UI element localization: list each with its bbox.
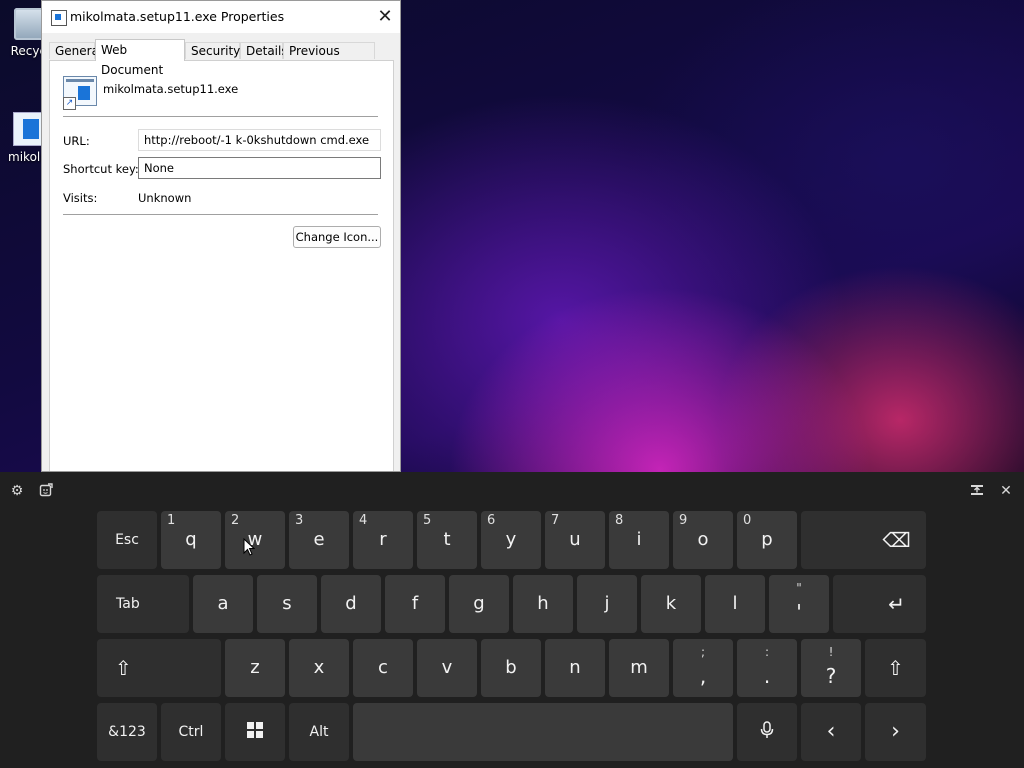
dialog-title: mikolmata.setup11.exe Properties (70, 9, 285, 24)
key-p[interactable]: 0p (737, 511, 797, 569)
key-n[interactable]: n (545, 639, 605, 697)
close-button[interactable]: ✕ (370, 1, 400, 33)
key-period[interactable]: :. (737, 639, 797, 697)
shortcut-arrow-icon: ↗ (63, 97, 76, 110)
visits-label: Visits: (63, 191, 98, 205)
key-t[interactable]: 5t (417, 511, 477, 569)
change-icon-button[interactable]: Change Icon... (293, 226, 381, 248)
visits-value: Unknown (138, 191, 192, 205)
dock-icon[interactable] (969, 483, 985, 499)
key-m[interactable]: m (609, 639, 669, 697)
key-symbols[interactable]: &123 (97, 703, 157, 761)
shortcut-file-icon: ↗ (63, 76, 97, 110)
key-b[interactable]: b (481, 639, 541, 697)
url-field[interactable]: http://reboot/-1 k-0kshutdown cmd.exe (138, 129, 381, 151)
key-w[interactable]: 2w (225, 511, 285, 569)
enter-icon: ↵ (888, 592, 905, 616)
key-i[interactable]: 8i (609, 511, 669, 569)
emoji-icon[interactable] (38, 483, 54, 499)
key-backspace[interactable]: ⌫ (801, 511, 926, 569)
key-windows[interactable] (225, 703, 285, 761)
key-z[interactable]: z (225, 639, 285, 697)
key-r[interactable]: 4r (353, 511, 413, 569)
shift-icon: ⇧ (887, 656, 904, 680)
key-u[interactable]: 7u (545, 511, 605, 569)
tab-details[interactable]: Details (240, 42, 288, 59)
shift-icon: ⇧ (115, 656, 132, 680)
key-k[interactable]: k (641, 575, 701, 633)
key-l[interactable]: l (705, 575, 765, 633)
key-shift-right[interactable]: ⇧ (865, 639, 926, 697)
microphone-icon (760, 721, 774, 738)
key-a[interactable]: a (193, 575, 253, 633)
key-q[interactable]: 1q (161, 511, 221, 569)
key-e[interactable]: 3e (289, 511, 349, 569)
properties-dialog: mikolmata.setup11.exe Properties ✕ Gener… (41, 0, 401, 472)
key-s[interactable]: s (257, 575, 317, 633)
backspace-icon: ⌫ (882, 528, 911, 552)
key-y[interactable]: 6y (481, 511, 541, 569)
key-shift-left[interactable]: ⇧ (97, 639, 221, 697)
tab-page-web-document: ↗ mikolmata.setup11.exe URL: http://rebo… (49, 60, 394, 471)
key-f[interactable]: f (385, 575, 445, 633)
key-space[interactable] (353, 703, 733, 761)
key-right-arrow[interactable]: › (865, 703, 926, 761)
close-icon[interactable]: ✕ (998, 483, 1014, 499)
separator (63, 116, 378, 117)
key-j[interactable]: j (577, 575, 637, 633)
key-left-arrow[interactable]: ‹ (801, 703, 861, 761)
key-c[interactable]: c (353, 639, 413, 697)
app-icon (51, 10, 67, 26)
touch-keyboard: ⚙ ✕ Esc 1q 2w 3e 4r 5t 6y 7u 8i 9o 0p ⌫ … (0, 472, 1024, 768)
mouse-cursor-icon (243, 538, 255, 556)
desktop: Recycl mikolm mikolmata.setup11.exe Prop… (0, 0, 1024, 472)
key-alt[interactable]: Alt (289, 703, 349, 761)
key-comma[interactable]: ;, (673, 639, 733, 697)
tab-web-document[interactable]: Web Document (95, 39, 185, 77)
key-v[interactable]: v (417, 639, 477, 697)
tab-general[interactable]: General (49, 42, 102, 59)
key-h[interactable]: h (513, 575, 573, 633)
separator (63, 214, 378, 215)
tab-previous-versions[interactable]: Previous Versions (283, 42, 375, 75)
key-tab[interactable]: Tab (97, 575, 189, 633)
key-x[interactable]: x (289, 639, 349, 697)
key-question[interactable]: !? (801, 639, 861, 697)
key-microphone[interactable] (737, 703, 797, 761)
url-label: URL: (63, 134, 90, 148)
dialog-titlebar[interactable]: mikolmata.setup11.exe Properties ✕ (42, 1, 400, 33)
chevron-right-icon: › (891, 719, 900, 744)
key-g[interactable]: g (449, 575, 509, 633)
gear-icon[interactable]: ⚙ (9, 483, 25, 499)
key-enter[interactable]: ↵ (833, 575, 926, 633)
file-name: mikolmata.setup11.exe (103, 82, 239, 96)
chevron-left-icon: ‹ (826, 719, 836, 744)
windows-icon (247, 722, 263, 738)
key-ctrl[interactable]: Ctrl (161, 703, 221, 761)
key-d[interactable]: d (321, 575, 381, 633)
shortcut-key-label: Shortcut key: (63, 162, 139, 176)
key-o[interactable]: 9o (673, 511, 733, 569)
key-apostrophe[interactable]: " ' (769, 575, 829, 633)
key-esc[interactable]: Esc (97, 511, 157, 569)
tab-strip: General Web Document Security Details Pr… (49, 39, 394, 77)
tab-security[interactable]: Security (185, 42, 240, 59)
shortcut-key-field[interactable]: None (138, 157, 381, 179)
